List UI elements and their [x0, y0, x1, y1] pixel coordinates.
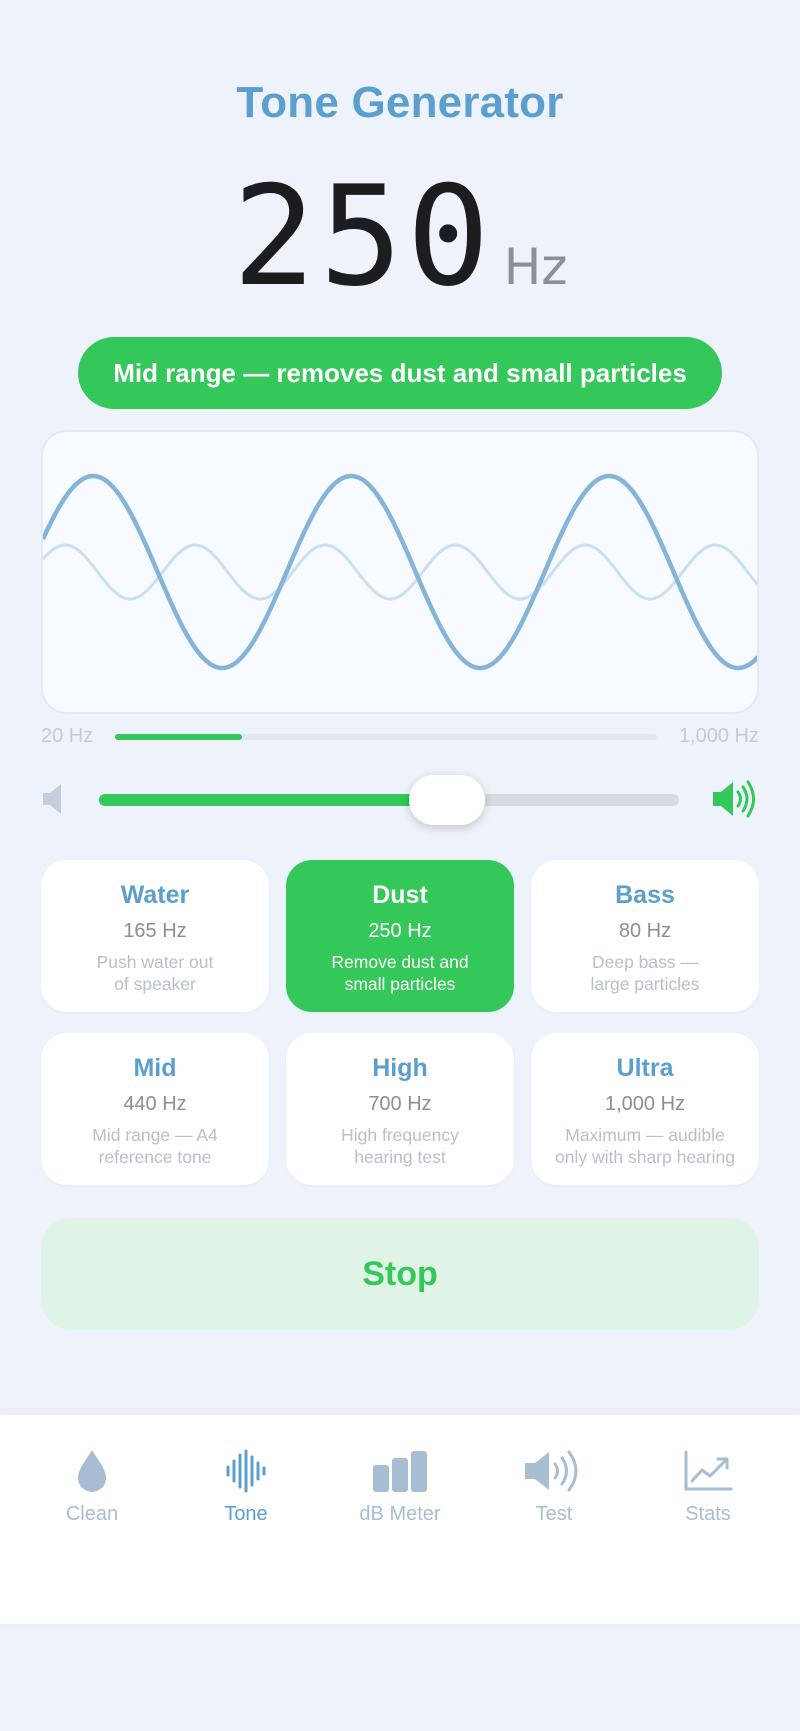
preset-name: Ultra: [616, 1054, 674, 1082]
preset-description: Deep bass — large particles: [590, 952, 700, 994]
preset-name: Dust: [372, 881, 428, 909]
range-fill: [115, 734, 243, 740]
preset-bass[interactable]: Bass 80 Hz Deep bass — large particles: [531, 860, 759, 1012]
speaker-low-icon: [41, 782, 65, 821]
volume-thumb[interactable]: [409, 775, 485, 825]
speaker-wave-icon: [525, 1450, 578, 1492]
tab-tone[interactable]: Tone: [169, 1445, 323, 1526]
speaker-high-icon: [711, 780, 759, 823]
volume-slider[interactable]: [99, 775, 679, 825]
frequency-value: 250: [232, 156, 494, 317]
tab-stats[interactable]: Stats: [631, 1445, 785, 1526]
preset-ultra[interactable]: Ultra 1,000 Hz Maximum — audible only wit…: [531, 1033, 759, 1185]
preset-grid: Water 165 Hz Push water out of speaker Du…: [41, 860, 759, 1185]
preset-description: Push water out of speaker: [96, 952, 214, 994]
preset-name: Water: [120, 881, 190, 909]
tab-label: Clean: [65, 1503, 119, 1525]
preset-frequency: 440 Hz: [123, 1093, 187, 1115]
tab-label: dB Meter: [359, 1503, 441, 1525]
preset-name: High: [372, 1054, 428, 1082]
preset-description: High frequency hearing test: [341, 1125, 459, 1167]
tab-label: Stats: [685, 1503, 731, 1525]
range-track[interactable]: [115, 734, 657, 740]
range-description-badge: Mid range — removes dust and small parti…: [78, 337, 722, 409]
preset-description: Remove dust and small particles: [331, 952, 469, 994]
preset-description: Maximum — audible only with sharp hearing: [555, 1125, 735, 1167]
bars-icon: [373, 1451, 427, 1492]
volume-fill: [99, 794, 447, 806]
tab-db-meter[interactable]: dB Meter: [323, 1445, 477, 1526]
preset-name: Mid: [133, 1054, 177, 1082]
page-title: Tone Generator: [236, 78, 564, 127]
frequency-unit: Hz: [503, 238, 568, 296]
volume-control: [41, 772, 759, 828]
preset-name: Bass: [615, 881, 675, 909]
frequency-display: 250 Hz: [0, 168, 800, 306]
waveform-icon: [226, 1449, 266, 1493]
preset-mid[interactable]: Mid 440 Hz Mid range — A4 reference tone: [41, 1033, 269, 1185]
waveform-visualizer: [41, 430, 759, 714]
tab-test[interactable]: Test: [477, 1445, 631, 1526]
preset-frequency: 700 Hz: [368, 1093, 432, 1115]
range-max-label: 1,000 Hz: [678, 724, 759, 747]
preset-dust[interactable]: Dust 250 Hz Remove dust and small particl…: [286, 860, 514, 1012]
preset-high[interactable]: High 700 Hz High frequency hearing test: [286, 1033, 514, 1185]
preset-water[interactable]: Water 165 Hz Push water out of speaker: [41, 860, 269, 1012]
stop-button[interactable]: Stop: [41, 1218, 759, 1330]
preset-frequency: 1,000 Hz: [604, 1093, 686, 1115]
tab-bar: Clean Tone dB Meter Test Stats: [0, 1415, 800, 1624]
range-min-label: 20 Hz: [41, 724, 94, 747]
waveform-primary: [43, 473, 757, 671]
tab-label: Tone: [224, 1503, 268, 1525]
tab-label: Test: [535, 1503, 573, 1525]
chart-up-icon: [684, 1450, 733, 1491]
preset-frequency: 165 Hz: [123, 920, 187, 942]
preset-description: Mid range — A4 reference tone: [92, 1125, 218, 1167]
droplet-icon: [78, 1450, 106, 1492]
frequency-range-slider[interactable]: 20 Hz 1,000 Hz: [41, 722, 759, 750]
preset-frequency: 80 Hz: [618, 920, 672, 942]
tab-clean[interactable]: Clean: [15, 1445, 169, 1526]
preset-frequency: 250 Hz: [368, 920, 432, 942]
